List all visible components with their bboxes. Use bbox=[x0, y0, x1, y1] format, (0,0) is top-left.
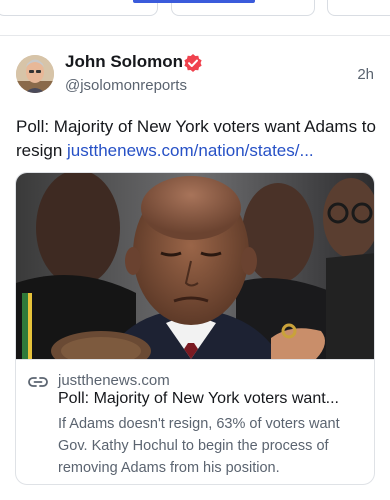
link-preview-card[interactable]: justthenews.com Poll: Majority of New Yo… bbox=[15, 172, 375, 485]
link-domain: justthenews.com bbox=[58, 372, 170, 389]
card-divider bbox=[16, 359, 374, 360]
section-divider bbox=[0, 35, 390, 36]
post-text: Poll: Majority of New York voters want A… bbox=[16, 115, 378, 163]
link-title[interactable]: Poll: Majority of New York voters want..… bbox=[58, 390, 370, 408]
verified-badge-icon bbox=[183, 53, 203, 73]
post-timestamp: 2h bbox=[357, 66, 374, 83]
link-icon bbox=[28, 375, 48, 389]
top-card-3[interactable] bbox=[327, 0, 390, 16]
avatar[interactable] bbox=[16, 55, 54, 93]
link-preview-image[interactable] bbox=[16, 173, 374, 359]
author-handle[interactable]: @jsolomonreports bbox=[65, 77, 187, 94]
active-tab-indicator bbox=[133, 0, 255, 3]
post-link[interactable]: justthenews.com/nation/states/... bbox=[67, 141, 314, 160]
link-description: If Adams doesn't resign, 63% of voters w… bbox=[58, 416, 340, 476]
top-tab-strip bbox=[0, 0, 390, 18]
author-name[interactable]: John Solomon bbox=[65, 52, 183, 72]
